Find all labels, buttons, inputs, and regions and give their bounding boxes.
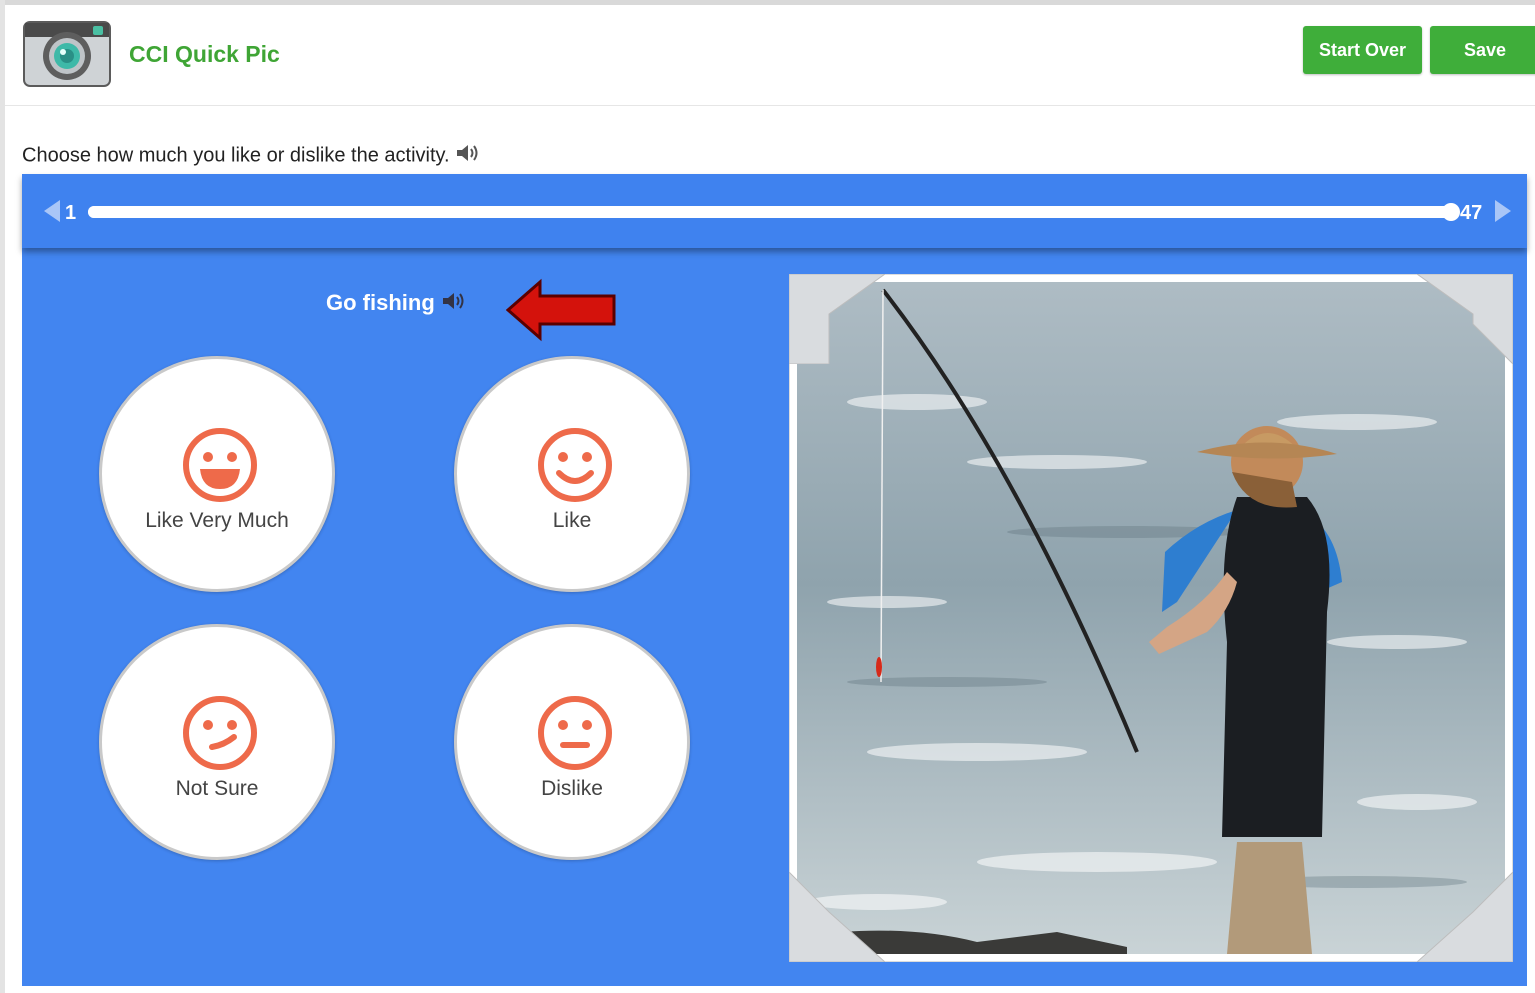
previous-arrow-icon[interactable]	[42, 198, 62, 229]
choice-not-sure-button[interactable]: Not Sure	[99, 624, 335, 860]
photo-corner-bottom-left	[789, 872, 885, 962]
photo-corner-top-right	[1417, 274, 1513, 364]
activity-speaker-icon[interactable]	[441, 290, 469, 318]
activity-name: Go fishing	[326, 290, 435, 315]
choice-label: Dislike	[541, 777, 603, 800]
big-smile-face-icon	[182, 427, 258, 508]
window-left-edge	[0, 0, 5, 993]
save-button[interactable]: Save	[1430, 26, 1535, 74]
app-title: CCI Quick Pic	[129, 41, 280, 67]
choice-label: Like Very Much	[145, 509, 289, 532]
unsure-face-icon	[182, 695, 258, 776]
choice-label: Like	[552, 509, 592, 532]
photo-corner-bottom-right	[1417, 872, 1513, 962]
next-arrow-icon[interactable]	[1493, 198, 1513, 229]
neutral-face-icon	[537, 695, 613, 776]
choice-label: Not Sure	[175, 777, 259, 800]
annotation-arrow-icon	[505, 278, 618, 347]
smile-face-icon	[537, 427, 613, 508]
speaker-icon[interactable]	[455, 142, 483, 170]
progress-start-number: 1	[65, 202, 77, 224]
activity-title: Go fishing	[326, 290, 469, 318]
activity-photo	[789, 274, 1513, 962]
header: CCI Quick Pic Start Over Save	[5, 5, 1535, 106]
choice-like-very-much-button[interactable]: Like Very Much	[99, 356, 335, 592]
instruction-text: Choose how much you like or dislike the …	[22, 144, 450, 167]
start-over-button[interactable]: Start Over	[1303, 26, 1422, 74]
progress-fill	[88, 206, 1451, 218]
activity-panel: 1 47 Go fishing Like Very Much Like Not …	[22, 174, 1527, 986]
progress-slider-handle[interactable]	[1442, 203, 1460, 221]
choice-like-button[interactable]: Like	[454, 356, 690, 592]
photo-corner-top-left	[789, 274, 885, 364]
fishing-photo	[797, 282, 1505, 954]
progress-slider[interactable]	[88, 203, 1460, 221]
progress-end-number: 47	[1460, 202, 1483, 224]
instruction: Choose how much you like or dislike the …	[22, 142, 483, 170]
progress-navigator: 1 47	[22, 174, 1527, 248]
camera-logo-icon	[23, 21, 111, 87]
choice-dislike-button[interactable]: Dislike	[454, 624, 690, 860]
